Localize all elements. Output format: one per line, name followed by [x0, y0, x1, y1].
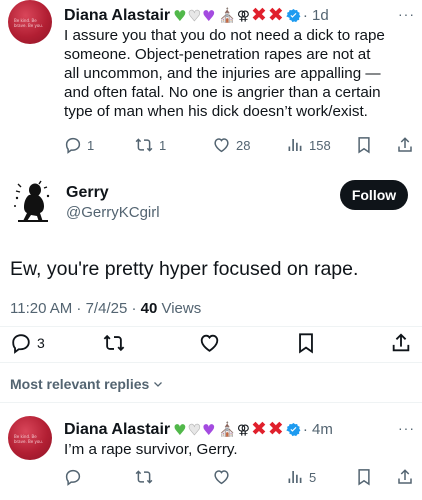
church-icon: ⛪ — [218, 421, 236, 438]
bookmark-button[interactable] — [356, 468, 372, 486]
heart-icon — [200, 334, 219, 352]
bookmark-icon — [358, 137, 370, 154]
red-x-icon: ✖ — [267, 5, 284, 26]
church-icon: ⛪ — [218, 7, 236, 24]
reply-count: 3 — [37, 335, 45, 351]
timestamp-value: 1d — [312, 7, 329, 24]
text-line: type of man when his dick doesn’t work/e… — [64, 103, 368, 120]
tweet-text: I assure you that you do not need a dick… — [64, 26, 416, 121]
share-button[interactable] — [390, 332, 412, 354]
bookmark-icon — [358, 469, 370, 486]
green-heart-icon: ♥ — [173, 6, 187, 25]
sort-label: Most relevant replies — [10, 376, 150, 392]
text-line: all uncommon, and the injuries are appal… — [64, 65, 381, 82]
timestamp[interactable]: · 4m — [303, 421, 333, 438]
gender-symbol-icon: ⚢ — [236, 7, 250, 23]
tweet-text: Ew, you're pretty hyper focused on rape. — [10, 258, 359, 280]
like-button[interactable] — [212, 468, 231, 486]
more-options-icon[interactable]: ··· — [398, 6, 415, 22]
red-x-icon: ✖ — [250, 419, 267, 440]
green-heart-icon: ♥ — [173, 420, 187, 439]
avatar-shirt-text: Be kind. Be brave. Be you. — [14, 18, 44, 28]
verified-badge-icon — [286, 8, 301, 23]
reply-icon — [65, 137, 81, 154]
repost-count: 1 — [159, 137, 167, 153]
divider — [0, 362, 422, 363]
share-icon — [398, 469, 412, 484]
chevron-down-icon — [154, 382, 163, 387]
repost-icon — [135, 138, 153, 152]
white-heart-icon: ♥ — [187, 6, 202, 25]
reply-button[interactable]: 3 — [10, 332, 45, 354]
purple-heart-icon: ♥ — [202, 6, 216, 25]
share-icon — [398, 137, 412, 152]
views-button[interactable]: 158 — [286, 136, 331, 154]
views-button[interactable]: 5 — [286, 468, 316, 486]
repost-icon — [135, 470, 153, 484]
repost-icon — [103, 334, 125, 352]
text-line: I assure you that you do not need a dick… — [64, 27, 385, 44]
timestamp-value: 4m — [312, 421, 333, 438]
reply-button[interactable]: 1 — [64, 136, 94, 154]
like-button[interactable] — [198, 332, 221, 354]
timestamp-row: 11:20 AM · 7/4/25 · 40 Views — [10, 300, 201, 317]
author-name[interactable]: Diana Alastair — [64, 421, 170, 439]
author-name[interactable]: Diana Alastair — [64, 7, 170, 25]
author-handle[interactable]: @GerryKCgirl — [66, 204, 160, 221]
purple-heart-icon: ♥ — [202, 420, 216, 439]
repost-button[interactable]: 1 — [134, 136, 166, 154]
like-count: 28 — [236, 137, 251, 153]
avatar[interactable] — [8, 178, 58, 228]
timestamp[interactable]: 11:20 AM · 7/4/25 · — [10, 300, 141, 317]
red-x-icon: ✖ — [250, 5, 267, 26]
white-heart-icon: ♥ — [187, 420, 202, 439]
avatar-shirt-text: Be kind. Be brave. Be you. — [14, 434, 44, 444]
reply-icon — [12, 334, 30, 354]
bookmark-button[interactable] — [356, 136, 372, 154]
verified-badge-icon — [286, 422, 301, 437]
views-label: Views — [157, 300, 202, 317]
bookmark-icon — [299, 333, 313, 354]
bookmark-button[interactable] — [296, 332, 316, 354]
author-row: Diana Alastair ♥ ♥ ♥ ⛪ ⚢ ✖ ✖ · 4m — [64, 418, 333, 441]
reply-sort-dropdown[interactable]: Most relevant replies — [10, 376, 164, 392]
share-button[interactable] — [396, 468, 414, 486]
text-line: and often fatal. No one is angrier than … — [64, 84, 381, 101]
like-button[interactable]: 28 — [212, 136, 250, 154]
view-count: 158 — [309, 137, 331, 153]
avatar-silhouette-icon — [14, 180, 50, 222]
share-icon — [392, 333, 410, 352]
reply-count: 1 — [87, 137, 95, 153]
red-x-icon: ✖ — [267, 419, 284, 440]
heart-icon — [214, 138, 229, 153]
timestamp[interactable]: · 1d — [303, 7, 329, 24]
heart-icon — [214, 470, 229, 485]
more-options-icon[interactable]: ··· — [398, 420, 415, 436]
author-name[interactable]: Gerry — [66, 184, 109, 202]
views-count: 40 — [140, 300, 158, 317]
divider — [0, 326, 422, 327]
author-row: Diana Alastair ♥ ♥ ♥ ⛪ ⚢ ✖ ✖ · 1d — [64, 4, 329, 27]
avatar[interactable]: Be kind. Be brave. Be you. — [8, 416, 52, 460]
share-button[interactable] — [396, 136, 414, 154]
repost-button[interactable] — [134, 468, 154, 486]
repost-button[interactable] — [102, 332, 126, 354]
divider — [0, 402, 422, 403]
reply-icon — [65, 469, 81, 486]
text-line: someone. Object-penetration rapes are no… — [64, 46, 371, 63]
avatar[interactable]: Be kind. Be brave. Be you. — [8, 0, 52, 44]
analytics-icon — [288, 139, 302, 151]
analytics-icon — [288, 471, 302, 483]
reply-button[interactable] — [64, 468, 82, 486]
follow-button[interactable]: Follow — [340, 180, 408, 210]
view-count: 5 — [309, 469, 317, 485]
tweet-text: I’m a rape survivor, Gerry. — [64, 441, 238, 458]
gender-symbol-icon: ⚢ — [236, 421, 250, 437]
